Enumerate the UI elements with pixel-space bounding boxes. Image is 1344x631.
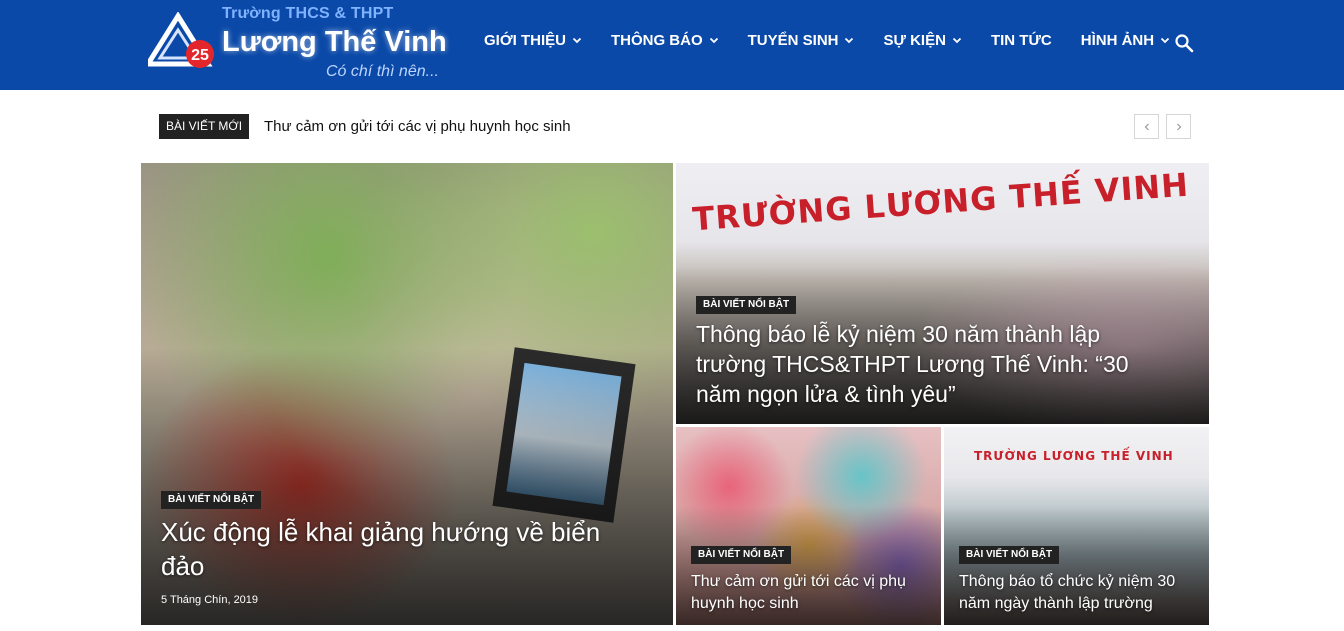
site-header: 25 Trường THCS & THPT Lương Thế Vinh Có … <box>0 0 1344 90</box>
featured-post-large[interactable]: BÀI VIẾT NỔI BẬT Xúc động lễ khai giảng … <box>141 163 673 625</box>
featured-post-title[interactable]: Thư cảm ơn gửi tới các vị phụ huynh học … <box>691 571 916 615</box>
featured-post-bottom-left[interactable]: BÀI VIẾT NỔI BẬT Thư cảm ơn gửi tới các … <box>676 427 941 625</box>
logo-top-line: Trường THCS & THPT <box>222 5 394 22</box>
featured-post-title[interactable]: Thông báo lễ kỷ niệm 30 năm thành lập tr… <box>696 319 1166 409</box>
chevron-down-icon <box>952 37 962 44</box>
image-overlay <box>141 347 673 625</box>
search-icon[interactable] <box>1174 33 1194 53</box>
nav-item-gioi-thieu[interactable]: GIỚI THIỆU <box>484 32 582 49</box>
logo-emblem-icon: 25 <box>148 12 214 68</box>
featured-post-top-right[interactable]: TRƯỜNG LƯƠNG THẾ VINH BÀI VIẾT NỔI BẬT T… <box>676 163 1209 424</box>
chevron-down-icon <box>572 37 582 44</box>
logo-badge-number: 25 <box>191 47 209 64</box>
site-logo[interactable]: 25 Trường THCS & THPT Lương Thế Vinh Có … <box>142 2 462 86</box>
school-sign-text: TRƯỜNG LƯƠNG THẾ VINH <box>974 449 1174 463</box>
chevron-left-icon <box>1144 123 1149 130</box>
nav-item-tin-tuc[interactable]: TIN TỨC <box>991 32 1052 49</box>
ticker-label: BÀI VIẾT MỚI <box>159 114 249 139</box>
nav-item-label: GIỚI THIỆU <box>484 31 566 49</box>
main-nav: GIỚI THIỆU THÔNG BÁO TUYỂN SINH SỰ KIỆN … <box>484 28 1199 52</box>
nav-item-label: SỰ KIỆN <box>883 31 946 49</box>
nav-item-hinh-anh[interactable]: HÌNH ẢNH <box>1081 32 1170 49</box>
logo-slogan: Có chí thì nên... <box>326 63 439 80</box>
featured-post-bottom-right[interactable]: TRƯỜNG LƯƠNG THẾ VINH BÀI VIẾT NỔI BẬT T… <box>944 427 1209 625</box>
chevron-down-icon <box>709 37 718 44</box>
news-ticker: BÀI VIẾT MỚI Thư cảm ơn gửi tới các vị p… <box>159 114 1191 139</box>
nav-item-tuyen-sinh[interactable]: TUYỂN SINH <box>748 32 855 49</box>
nav-item-thong-bao[interactable]: THÔNG BÁO <box>611 32 719 49</box>
featured-badge[interactable]: BÀI VIẾT NỔI BẬT <box>691 546 792 564</box>
ticker-headline-link[interactable]: Thư cảm ơn gửi tới các vị phụ huynh học … <box>264 114 571 139</box>
featured-badge[interactable]: BÀI VIẾT NỔI BẬT <box>161 491 262 509</box>
featured-post-title[interactable]: Xúc động lễ khai giảng hướng về biển đảo <box>161 515 601 583</box>
chevron-down-icon <box>845 37 854 44</box>
logo-school-name: Lương Thế Vinh <box>222 26 447 58</box>
nav-item-label: THÔNG BÁO <box>610 31 703 49</box>
chevron-down-icon <box>1160 37 1170 44</box>
chevron-right-icon <box>1176 123 1181 130</box>
nav-item-label: HÌNH ẢNH <box>1080 31 1155 49</box>
ticker-prev-button[interactable] <box>1134 114 1159 139</box>
nav-item-label: TUYỂN SINH <box>747 31 839 49</box>
featured-badge[interactable]: BÀI VIẾT NỔI BẬT <box>959 546 1060 564</box>
featured-badge[interactable]: BÀI VIẾT NỔI BẬT <box>696 296 797 314</box>
ticker-next-button[interactable] <box>1166 114 1191 139</box>
featured-post-title[interactable]: Thông báo tổ chức kỷ niệm 30 năm ngày th… <box>959 571 1194 615</box>
nav-item-su-kien[interactable]: SỰ KIỆN <box>883 31 962 49</box>
featured-post-date: 5 Tháng Chín, 2019 <box>161 594 259 606</box>
nav-item-label: TIN TỨC <box>990 31 1052 49</box>
